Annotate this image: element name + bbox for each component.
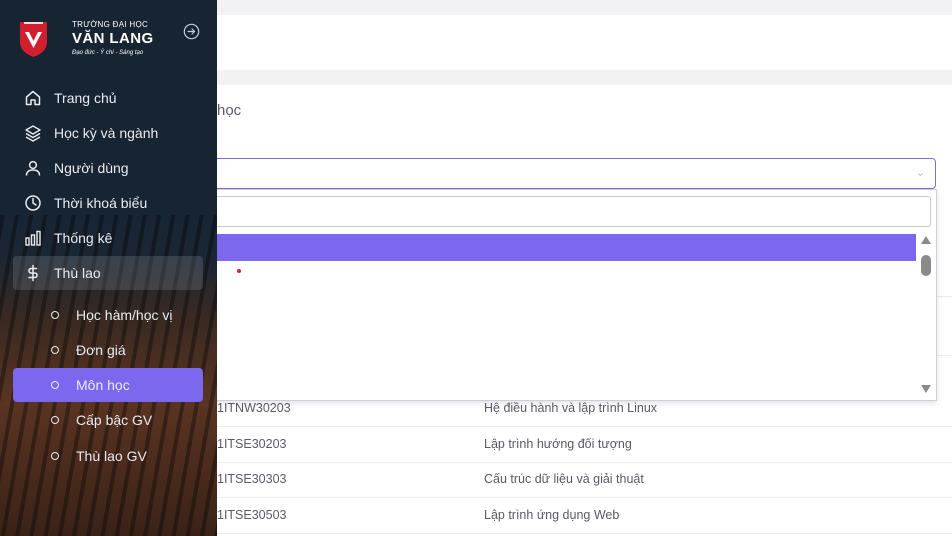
bullet-icon (51, 381, 59, 389)
sidebar-subitem-lecturer-pay[interactable]: Thù lao GV (13, 439, 203, 473)
chevron-down-icon: ⌄ (915, 167, 925, 179)
university-logo-icon (20, 22, 47, 57)
clock-icon (25, 195, 41, 211)
scroll-down-icon[interactable] (921, 385, 931, 393)
bullet-icon (51, 311, 59, 319)
sidebar-item-label: Trang chủ (54, 90, 117, 106)
sidebar-subitem-label: Cấp bậc GV (76, 412, 153, 428)
sidebar-item-label: Thù lao (54, 265, 101, 281)
dropdown-scrollbar[interactable] (918, 234, 934, 399)
dropdown-option[interactable]: 998 (109, 261, 916, 288)
sidebar-item-label: Thời khoá biểu (54, 195, 148, 211)
sidebar-subitem-subjects[interactable]: Môn học (13, 368, 203, 402)
layers-icon (25, 125, 41, 142)
sidebar-subitem-label: Đơn giá (76, 342, 126, 358)
sidebar-item-timetable[interactable]: Thời khoá biểu (13, 186, 203, 220)
sidebar-item-payment[interactable]: Thù lao (13, 256, 203, 290)
dropdown-search-input[interactable] (115, 196, 931, 227)
sidebar-item-label: Người dùng (54, 160, 129, 176)
subject-name: Hệ điều hành và lập trình Linux (484, 401, 658, 415)
sidebar-item-statistics[interactable]: Thống kê (13, 221, 203, 255)
scroll-up-icon[interactable] (921, 236, 931, 244)
logo-line-1: TRƯỜNG ĐẠI HỌC (72, 20, 149, 29)
scrollbar-thumb[interactable] (921, 255, 931, 276)
dropdown-option[interactable]: 996 (109, 315, 916, 342)
bullet-icon (51, 346, 59, 354)
sidebar-item-label: Học kỳ và ngành (54, 125, 159, 141)
logo-line-2: VĂN LANG (72, 30, 154, 47)
page-title: học (217, 102, 242, 119)
subject-name: Lập trình ứng dụng Web (484, 508, 620, 522)
collapse-sidebar-icon[interactable] (183, 23, 200, 40)
subject-code: 1ITSE30303 (217, 472, 287, 486)
bullet-icon (51, 416, 59, 424)
top-bar (217, 0, 952, 70)
dropdown-option[interactable]: 995 (109, 342, 916, 369)
sidebar-subitem-label: Học hàm/học vị (76, 307, 173, 323)
sidebar-subitem-label: Thù lao GV (76, 448, 147, 464)
sidebar-subitem-degree[interactable]: Học hàm/học vị (13, 298, 203, 332)
dropdown-option[interactable]: 997 (109, 288, 916, 315)
cursor-marker (237, 269, 241, 273)
sidebar-subitem-unit-price[interactable]: Đơn giá (13, 333, 203, 367)
table-row[interactable]: 1ITSE30203 Lập trình hướng đối tượng (217, 427, 952, 463)
sidebar-item-home[interactable]: Trang chủ (13, 81, 203, 115)
sidebar: TRƯỜNG ĐẠI HỌC VĂN LANG Đạo đức - Ý chí … (0, 0, 217, 536)
bullet-icon (51, 452, 59, 460)
sidebar-item-users[interactable]: Người dùng (13, 151, 203, 185)
subject-code: 1ITNW30203 (217, 401, 291, 415)
bar-chart-icon (25, 230, 41, 246)
sidebar-subitem-label: Môn học (76, 377, 130, 393)
select-dropdown: 999 998 997 996 995 994 (108, 189, 937, 401)
dropdown-options: 999 998 997 996 995 994 (109, 234, 916, 396)
dollar-icon (28, 264, 38, 282)
sidebar-item-semester[interactable]: Học kỳ và ngành (13, 116, 203, 150)
sidebar-item-label: Thống kê (54, 230, 113, 246)
dropdown-option[interactable]: 994 (109, 369, 916, 396)
subject-name: Cấu trúc dữ liệu và giải thuật (484, 472, 644, 486)
subject-name: Lập trình hướng đối tượng (484, 437, 632, 451)
sidebar-subitem-lecturer-rank[interactable]: Cấp bậc GV (13, 403, 203, 437)
subject-select[interactable]: ⌄ (177, 158, 936, 189)
subject-code: 1ITSE30503 (217, 508, 287, 522)
home-icon (25, 90, 41, 106)
subject-code: 1ITSE30203 (217, 437, 287, 451)
dropdown-option[interactable]: 999 (109, 234, 916, 261)
table-row[interactable]: 1ITSE30503 Lập trình ứng dụng Web (217, 498, 952, 534)
user-icon (25, 160, 41, 176)
logo-slogan: Đạo đức - Ý chí - Sáng tạo (72, 50, 144, 56)
table-row[interactable]: 1ITSE30303 Cấu trúc dữ liệu và giải thuậ… (217, 462, 952, 498)
